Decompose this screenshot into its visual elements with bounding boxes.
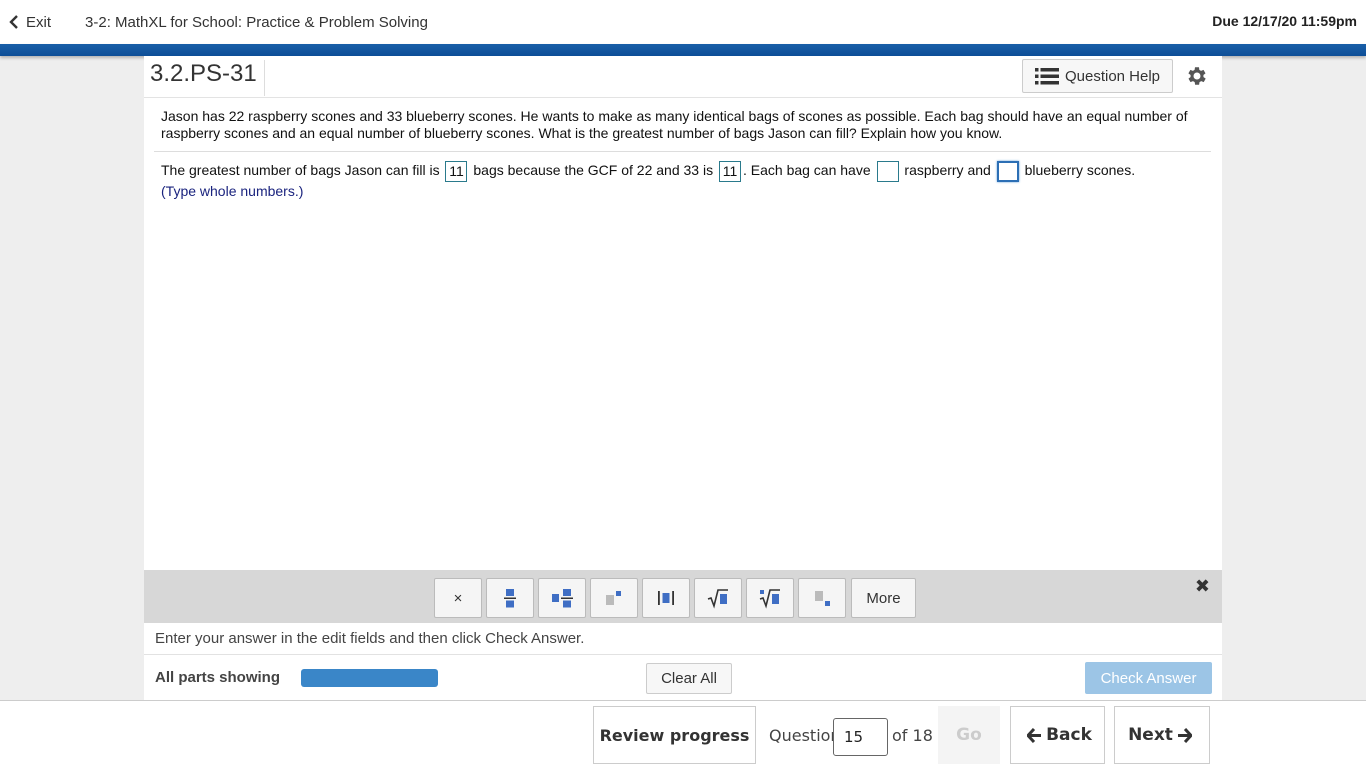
answer-box-raspberry[interactable] — [876, 160, 899, 182]
answer-text-4: raspberry and — [904, 162, 991, 178]
exponent-button[interactable] — [590, 578, 638, 618]
question-panel: 3.2.PS-31 Question Help Jason has 22 ras… — [144, 56, 1222, 700]
all-parts-label: All parts showing — [155, 669, 281, 686]
instruction-text: Enter your answer in the edit fields and… — [155, 630, 585, 647]
question-help-button[interactable]: Question Help — [1022, 59, 1173, 93]
clear-all-button[interactable]: Clear All — [646, 663, 732, 694]
question-number-input[interactable] — [833, 718, 888, 756]
top-bar: Exit 3-2: MathXL for School: Practice & … — [0, 0, 1366, 44]
answer-box-blueberry[interactable] — [996, 160, 1019, 182]
question-header: 3.2.PS-31 Question Help — [144, 56, 1222, 98]
answer-sentence: The greatest number of bags Jason can fi… — [161, 158, 1211, 182]
absolute-value-button[interactable] — [642, 578, 690, 618]
subscript-button[interactable] — [798, 578, 846, 618]
divider — [144, 654, 1222, 655]
exit-button[interactable]: Exit — [8, 14, 51, 31]
question-label: Question — [769, 726, 841, 745]
divider — [154, 151, 1211, 152]
more-button[interactable]: More — [851, 578, 916, 618]
times-label: × — [453, 589, 463, 607]
mixed-number-icon — [552, 589, 573, 608]
go-button[interactable]: Go — [938, 706, 1000, 764]
bottom-nav: Review progress Question of 18 Go Back N… — [0, 700, 1366, 768]
back-label: Back — [1046, 725, 1092, 745]
subscript-icon — [815, 591, 830, 606]
answer-box-bags[interactable]: 11 — [445, 160, 468, 182]
answer-text-5: blueberry scones. — [1024, 162, 1136, 178]
arrow-right-icon — [1177, 727, 1192, 743]
chevron-left-icon — [9, 15, 18, 29]
brand-bar — [0, 44, 1366, 56]
question-text: Jason has 22 raspberry scones and 33 blu… — [161, 108, 1188, 141]
fraction-icon — [504, 589, 516, 608]
answer-text-3: . Each bag can have — [742, 162, 871, 178]
review-progress-button[interactable]: Review progress — [593, 706, 756, 764]
nth-root-button[interactable] — [746, 578, 794, 618]
absolute-value-icon — [658, 591, 674, 605]
due-date: Due 12/17/20 11:59pm — [1212, 13, 1357, 29]
exponent-icon — [606, 591, 621, 605]
progress-fill — [301, 669, 438, 687]
check-answer-button[interactable]: Check Answer — [1085, 662, 1212, 694]
question-id: 3.2.PS-31 — [150, 60, 265, 96]
next-label: Next — [1128, 725, 1173, 745]
answer-area: The greatest number of bags Jason can fi… — [161, 158, 1211, 203]
more-label: More — [866, 589, 901, 607]
fraction-button[interactable] — [486, 578, 534, 618]
close-toolbar-icon[interactable]: ✖ — [1195, 576, 1210, 597]
course-title: 3-2: MathXL for School: Practice & Probl… — [85, 13, 428, 31]
parts-progress-bar — [301, 669, 438, 687]
square-root-icon — [707, 589, 728, 609]
answer-hint: (Type whole numbers.) — [161, 183, 304, 199]
question-total: of 18 — [892, 726, 933, 745]
next-button[interactable]: Next — [1114, 706, 1210, 764]
back-button[interactable]: Back — [1010, 706, 1105, 764]
square-root-button[interactable] — [694, 578, 742, 618]
answer-text-1: The greatest number of bags Jason can fi… — [161, 162, 440, 178]
mixed-number-button[interactable] — [538, 578, 586, 618]
times-symbol-button[interactable]: × — [434, 578, 482, 618]
answer-box-gcf[interactable]: 11 — [718, 160, 741, 182]
gear-icon[interactable] — [1185, 64, 1209, 88]
nth-root-icon — [759, 589, 780, 609]
question-help-label: Question Help — [1064, 67, 1161, 85]
answer-text-2: bags because the GCF of 22 and 33 is — [473, 162, 714, 178]
math-toolbar: × More ✖ — [144, 570, 1222, 623]
exit-label: Exit — [26, 13, 52, 31]
arrow-left-icon — [1027, 727, 1042, 743]
list-icon — [1034, 67, 1059, 84]
